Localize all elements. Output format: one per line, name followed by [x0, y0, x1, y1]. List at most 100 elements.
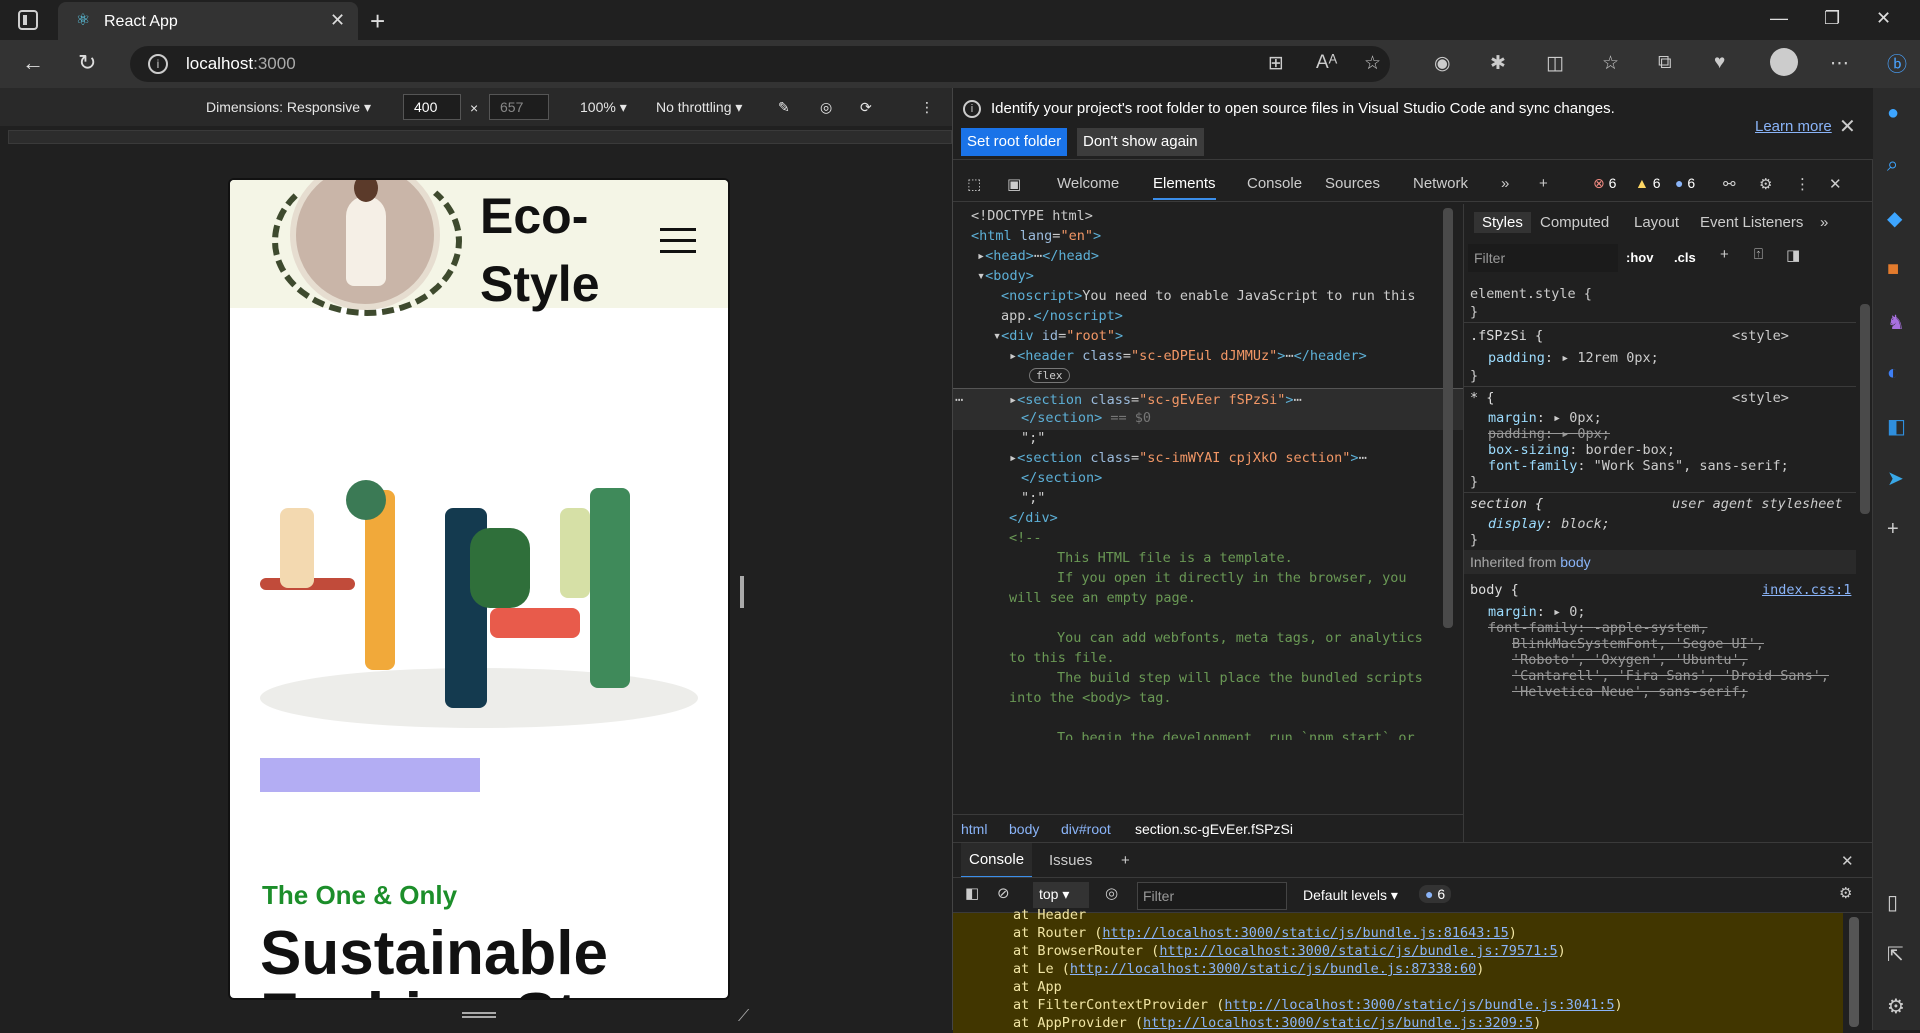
fspzsi-selector[interactable]: .fSPzSi {: [1470, 328, 1543, 344]
flex-badge[interactable]: flex: [1029, 368, 1070, 383]
games-icon[interactable]: ♞: [1887, 310, 1905, 335]
rotate-icon[interactable]: ⟳: [860, 99, 872, 116]
new-tab-icon[interactable]: +: [370, 6, 385, 37]
padding-declaration[interactable]: padding: ▸ 12rem 0px;: [1488, 350, 1659, 366]
device-more-icon[interactable]: ⋮: [920, 99, 934, 116]
toggle-sidebar-icon[interactable]: ◨: [1786, 246, 1800, 264]
console-sidebar-icon[interactable]: ◧: [965, 884, 979, 902]
noscript-node[interactable]: <noscript>You need to enable JavaScript …: [1001, 288, 1416, 304]
text-node-2[interactable]: ";": [1021, 490, 1045, 506]
more-tabs-icon[interactable]: »: [1501, 175, 1509, 192]
body-font-family-declaration[interactable]: font-family: -apple-system,: [1488, 620, 1707, 636]
eye-icon[interactable]: ◎: [820, 99, 832, 116]
close-tab-icon[interactable]: ✕: [330, 10, 345, 31]
hide-sidebar-icon[interactable]: ▯: [1887, 890, 1898, 915]
app-available-icon[interactable]: ⊞: [1268, 52, 1284, 75]
close-infobar-icon[interactable]: ✕: [1839, 114, 1856, 139]
minimize-icon[interactable]: —: [1770, 8, 1788, 29]
drawer-tab-console[interactable]: Console: [961, 843, 1033, 878]
index-css-link[interactable]: index.css:1: [1762, 582, 1851, 598]
crumb-body[interactable]: body: [1009, 821, 1039, 837]
add-tab-icon[interactable]: +: [1539, 175, 1548, 192]
dimensions-select[interactable]: Dimensions: Responsive ▾: [206, 99, 371, 116]
drawer-tab-issues[interactable]: Issues: [1049, 852, 1092, 869]
close-drawer-icon[interactable]: ✕: [1841, 852, 1854, 870]
section-selector[interactable]: section {: [1470, 496, 1543, 512]
margin-declaration[interactable]: margin: ▸ 0px;: [1488, 410, 1602, 426]
tab-console[interactable]: Console: [1247, 175, 1302, 192]
tab-sources[interactable]: Sources: [1325, 175, 1380, 192]
stack-link[interactable]: http://localhost:3000/static/js/bundle.j…: [1224, 997, 1614, 1013]
stack-link[interactable]: http://localhost:3000/static/js/bundle.j…: [1159, 943, 1557, 959]
warning-count[interactable]: ▲ 6: [1635, 175, 1661, 191]
tab-network[interactable]: Network: [1413, 175, 1468, 192]
height-input[interactable]: 657: [489, 94, 549, 120]
search-icon[interactable]: ⌕: [1887, 154, 1898, 177]
drop-icon[interactable]: ➤: [1887, 466, 1904, 491]
copilot-icon[interactable]: ⓑ: [1887, 48, 1907, 77]
display-declaration[interactable]: display: block;: [1488, 516, 1610, 532]
favorites-icon[interactable]: ☆: [1602, 52, 1619, 75]
stack-link[interactable]: http://localhost:3000/static/js/bundle.j…: [1143, 1015, 1533, 1031]
devtools-settings-icon[interactable]: ⚙: [1759, 175, 1772, 193]
log-levels-select[interactable]: Default levels ▾: [1303, 887, 1398, 904]
m365-icon[interactable]: ◐: [1887, 362, 1899, 385]
drawer-add-tab-icon[interactable]: +: [1121, 852, 1130, 869]
extensions-icon[interactable]: ✱: [1490, 52, 1506, 75]
elements-scrollbar[interactable]: [1443, 208, 1453, 628]
profile-avatar[interactable]: [1770, 48, 1798, 76]
resize-handle-right[interactable]: [740, 576, 744, 608]
restore-icon[interactable]: ❐: [1824, 8, 1840, 29]
close-window-icon[interactable]: ✕: [1876, 8, 1891, 29]
devtools-more-icon[interactable]: ⋮: [1795, 175, 1810, 193]
tab-layout[interactable]: Layout: [1634, 214, 1679, 231]
settings-gear-icon[interactable]: ⚙: [1887, 994, 1905, 1019]
new-rule-icon[interactable]: +: [1720, 246, 1729, 263]
add-sidebar-icon[interactable]: +: [1887, 518, 1899, 541]
resize-handle-bottom[interactable]: [462, 1012, 496, 1018]
device-toggle-icon[interactable]: ▣: [1007, 175, 1021, 193]
resize-corner-icon[interactable]: ⟋: [738, 1008, 749, 1026]
crumb-html[interactable]: html: [961, 821, 987, 837]
console-scrollbar[interactable]: [1849, 917, 1859, 1027]
section-node-2[interactable]: ▸<section class="sc-imWYAI cpjXkO sectio…: [1009, 450, 1367, 466]
brand-logo[interactable]: [272, 180, 462, 316]
selected-section-node[interactable]: ▸<section class="sc-gEvEer fSPzSi">⋯: [1009, 392, 1302, 408]
text-node[interactable]: ";": [1021, 430, 1045, 446]
tab-welcome[interactable]: Welcome: [1057, 175, 1119, 192]
console-message-count[interactable]: ● 6: [1419, 885, 1452, 903]
paint-icon[interactable]: ⍐: [1754, 246, 1763, 263]
body-selector[interactable]: body {: [1470, 582, 1519, 598]
throttling-select[interactable]: No throttling ▾: [656, 99, 742, 116]
crumb-root[interactable]: div#root: [1061, 821, 1111, 837]
open-external-icon[interactable]: ⇱: [1887, 942, 1904, 967]
root-div-node[interactable]: ▾<div id="root">: [993, 328, 1123, 344]
inspect-icon[interactable]: ⬚: [967, 175, 981, 193]
back-icon[interactable]: ←: [22, 50, 44, 76]
row-actions-icon[interactable]: ⋯: [955, 392, 963, 408]
tab-computed[interactable]: Computed: [1540, 214, 1609, 231]
console-settings-icon[interactable]: ⚙: [1839, 884, 1852, 902]
outlook-icon[interactable]: ◧: [1887, 414, 1906, 439]
live-expression-icon[interactable]: ◎: [1105, 884, 1118, 902]
styles-more-icon[interactable]: »: [1820, 214, 1828, 231]
doctype-node[interactable]: <!DOCTYPE html>: [971, 208, 1093, 224]
padding-overridden-declaration[interactable]: padding: ▸ 0px;: [1488, 426, 1610, 442]
width-input[interactable]: 400: [403, 94, 461, 120]
crumb-section[interactable]: section.sc-gEvEer.fSPzSi: [1135, 821, 1293, 837]
zoom-select[interactable]: 100% ▾: [580, 99, 627, 116]
comment-open[interactable]: <!--: [1009, 530, 1042, 546]
info-count[interactable]: ● 6: [1675, 175, 1695, 191]
error-count[interactable]: ⊗ 6: [1593, 175, 1616, 192]
split-screen-icon[interactable]: ◫: [1546, 52, 1564, 75]
cls-toggle[interactable]: .cls: [1674, 250, 1696, 265]
tab-styles[interactable]: Styles: [1474, 212, 1531, 233]
more-menu-icon[interactable]: ⋯: [1830, 52, 1849, 75]
eyedropper-icon[interactable]: ✎: [778, 99, 790, 116]
box-sizing-declaration[interactable]: box-sizing: border-box;: [1488, 442, 1675, 458]
site-info-icon[interactable]: i: [148, 54, 168, 74]
universal-selector[interactable]: * {: [1470, 390, 1494, 406]
button-placeholder[interactable]: [260, 758, 480, 792]
set-root-folder-button[interactable]: Set root folder: [961, 128, 1068, 156]
learn-more-link[interactable]: Learn more: [1755, 118, 1832, 135]
